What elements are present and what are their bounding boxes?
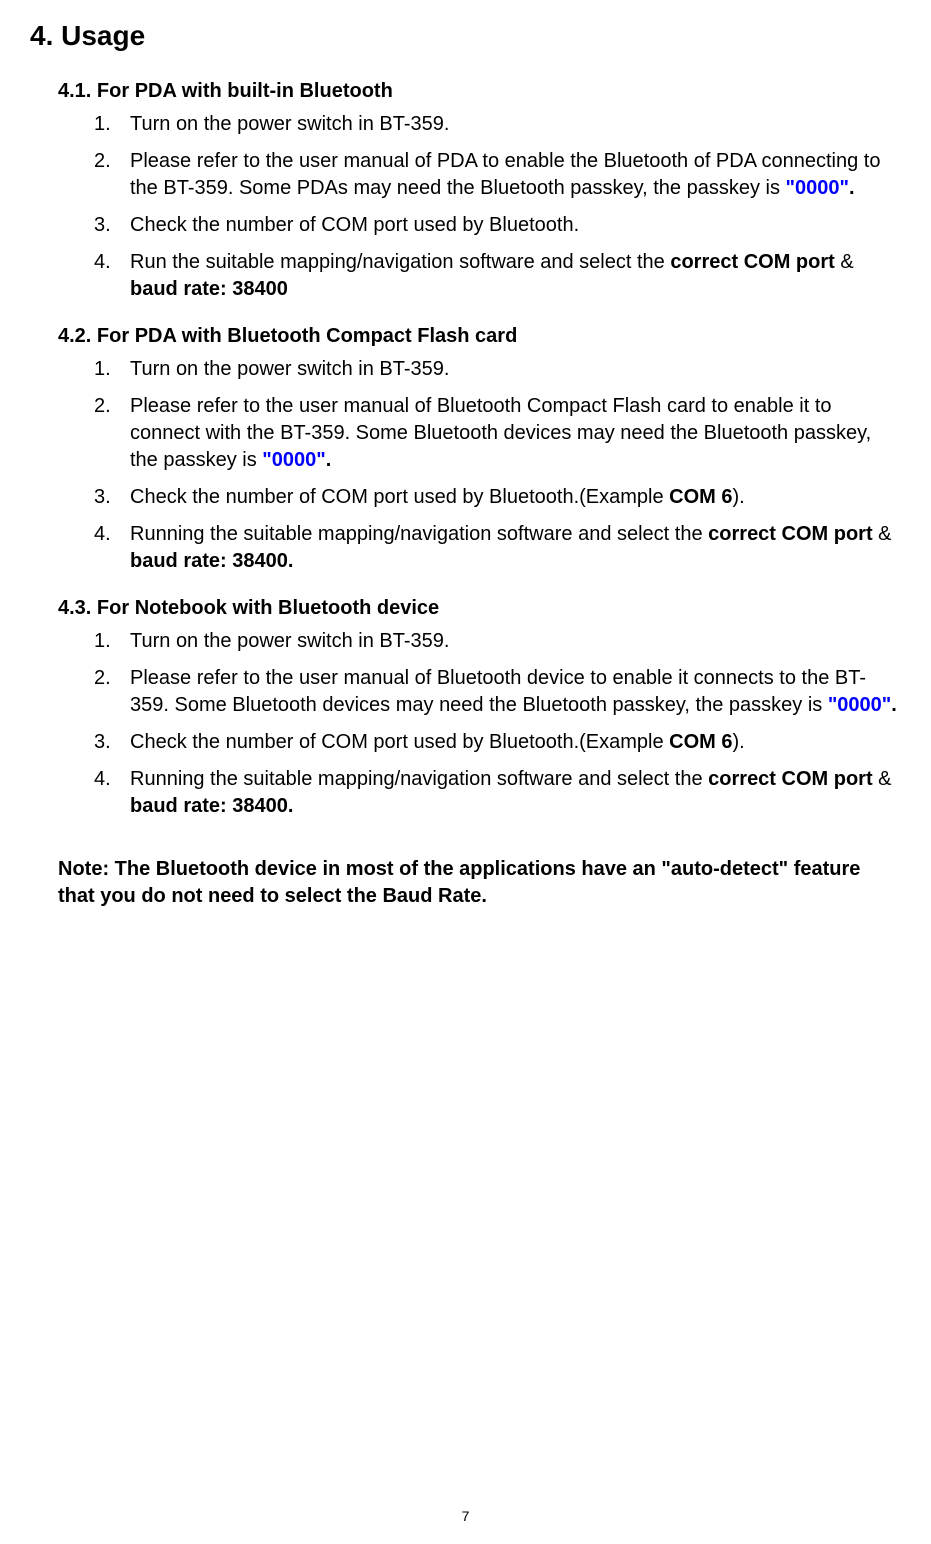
list-item-text: Turn on the power switch in BT-359. — [130, 628, 901, 655]
section: 4.1. For PDA with built-in Bluetooth 1.Tu… — [58, 80, 901, 303]
list-item-text: Please refer to the user manual of Bluet… — [130, 393, 901, 474]
text-segment: . — [326, 449, 332, 471]
text-segment: COM 6 — [669, 731, 732, 753]
text-segment: correct COM port — [708, 523, 872, 545]
list-item: 1.Turn on the power switch in BT-359. — [94, 111, 901, 138]
list-item-number: 1. — [94, 111, 130, 138]
text-segment: Check the number of COM port used by Blu… — [130, 214, 579, 236]
list-item-number: 3. — [94, 484, 130, 511]
text-segment: Running the suitable mapping/navigation … — [130, 768, 708, 790]
page-number: 7 — [462, 1508, 470, 1524]
list-item: 4.Running the suitable mapping/navigatio… — [94, 766, 901, 820]
footer-note: Note: The Bluetooth device in most of th… — [58, 856, 901, 910]
list-item-number: 2. — [94, 393, 130, 474]
list-item-number: 3. — [94, 212, 130, 239]
list-item: 2.Please refer to the user manual of Blu… — [94, 665, 901, 719]
text-segment: & — [873, 768, 892, 790]
list-item: 3.Check the number of COM port used by B… — [94, 729, 901, 756]
list-item: 3.Check the number of COM port used by B… — [94, 212, 901, 239]
list-item-number: 1. — [94, 356, 130, 383]
text-segment: correct COM port — [670, 251, 834, 273]
list-item-text: Check the number of COM port used by Blu… — [130, 484, 901, 511]
text-segment: "0000" — [828, 694, 891, 716]
list-item-text: Turn on the power switch in BT-359. — [130, 111, 901, 138]
text-segment: correct COM port — [708, 768, 872, 790]
text-segment: ). — [733, 486, 745, 508]
list-item-number: 1. — [94, 628, 130, 655]
list-item-number: 4. — [94, 249, 130, 303]
text-segment: . — [849, 177, 855, 199]
text-segment: Check the number of COM port used by Blu… — [130, 486, 669, 508]
list-item-text: Running the suitable mapping/navigation … — [130, 521, 901, 575]
text-segment: Check the number of COM port used by Blu… — [130, 731, 669, 753]
text-segment: Turn on the power switch in BT-359. — [130, 113, 449, 135]
text-segment: & — [835, 251, 854, 273]
text-segment: . — [891, 694, 897, 716]
text-segment: COM 6 — [669, 486, 732, 508]
list-item-number: 4. — [94, 521, 130, 575]
list-item-text: Check the number of COM port used by Blu… — [130, 729, 901, 756]
ordered-list: 1.Turn on the power switch in BT-359.2.P… — [94, 356, 901, 575]
list-item: 4.Running the suitable mapping/navigatio… — [94, 521, 901, 575]
section-heading: 4.2. For PDA with Bluetooth Compact Flas… — [58, 325, 901, 348]
list-item-text: Check the number of COM port used by Blu… — [130, 212, 901, 239]
text-segment: Run the suitable mapping/navigation soft… — [130, 251, 670, 273]
list-item-text: Run the suitable mapping/navigation soft… — [130, 249, 901, 303]
section-heading: 4.3. For Notebook with Bluetooth device — [58, 597, 901, 620]
text-segment: Running the suitable mapping/navigation … — [130, 523, 708, 545]
list-item: 2.Please refer to the user manual of PDA… — [94, 148, 901, 202]
list-item-number: 2. — [94, 665, 130, 719]
text-segment: Please refer to the user manual of PDA t… — [130, 150, 880, 199]
list-item-number: 4. — [94, 766, 130, 820]
section-heading: 4.1. For PDA with built-in Bluetooth — [58, 80, 901, 103]
text-segment: baud rate: 38400. — [130, 795, 293, 817]
text-segment: Please refer to the user manual of Bluet… — [130, 395, 871, 471]
text-segment: "0000" — [262, 449, 325, 471]
text-segment: Turn on the power switch in BT-359. — [130, 630, 449, 652]
text-segment: baud rate: 38400. — [130, 550, 293, 572]
ordered-list: 1.Turn on the power switch in BT-359.2.P… — [94, 111, 901, 303]
list-item-number: 3. — [94, 729, 130, 756]
text-segment: ). — [733, 731, 745, 753]
list-item-text: Turn on the power switch in BT-359. — [130, 356, 901, 383]
text-segment: Turn on the power switch in BT-359. — [130, 358, 449, 380]
section: 4.2. For PDA with Bluetooth Compact Flas… — [58, 325, 901, 575]
sections-container: 4.1. For PDA with built-in Bluetooth1.Tu… — [30, 80, 901, 820]
list-item: 1.Turn on the power switch in BT-359. — [94, 356, 901, 383]
list-item-text: Running the suitable mapping/navigation … — [130, 766, 901, 820]
section: 4.3. For Notebook with Bluetooth device 1… — [58, 597, 901, 820]
list-item-text: Please refer to the user manual of Bluet… — [130, 665, 901, 719]
list-item: 2.Please refer to the user manual of Blu… — [94, 393, 901, 474]
text-segment: Please refer to the user manual of Bluet… — [130, 667, 866, 716]
text-segment: & — [873, 523, 892, 545]
list-item: 3.Check the number of COM port used by B… — [94, 484, 901, 511]
text-segment: baud rate: 38400 — [130, 278, 288, 300]
ordered-list: 1.Turn on the power switch in BT-359.2.P… — [94, 628, 901, 820]
list-item-text: Please refer to the user manual of PDA t… — [130, 148, 901, 202]
list-item: 4.Run the suitable mapping/navigation so… — [94, 249, 901, 303]
main-heading: 4. Usage — [30, 20, 901, 52]
text-segment: "0000" — [786, 177, 849, 199]
list-item: 1.Turn on the power switch in BT-359. — [94, 628, 901, 655]
list-item-number: 2. — [94, 148, 130, 202]
